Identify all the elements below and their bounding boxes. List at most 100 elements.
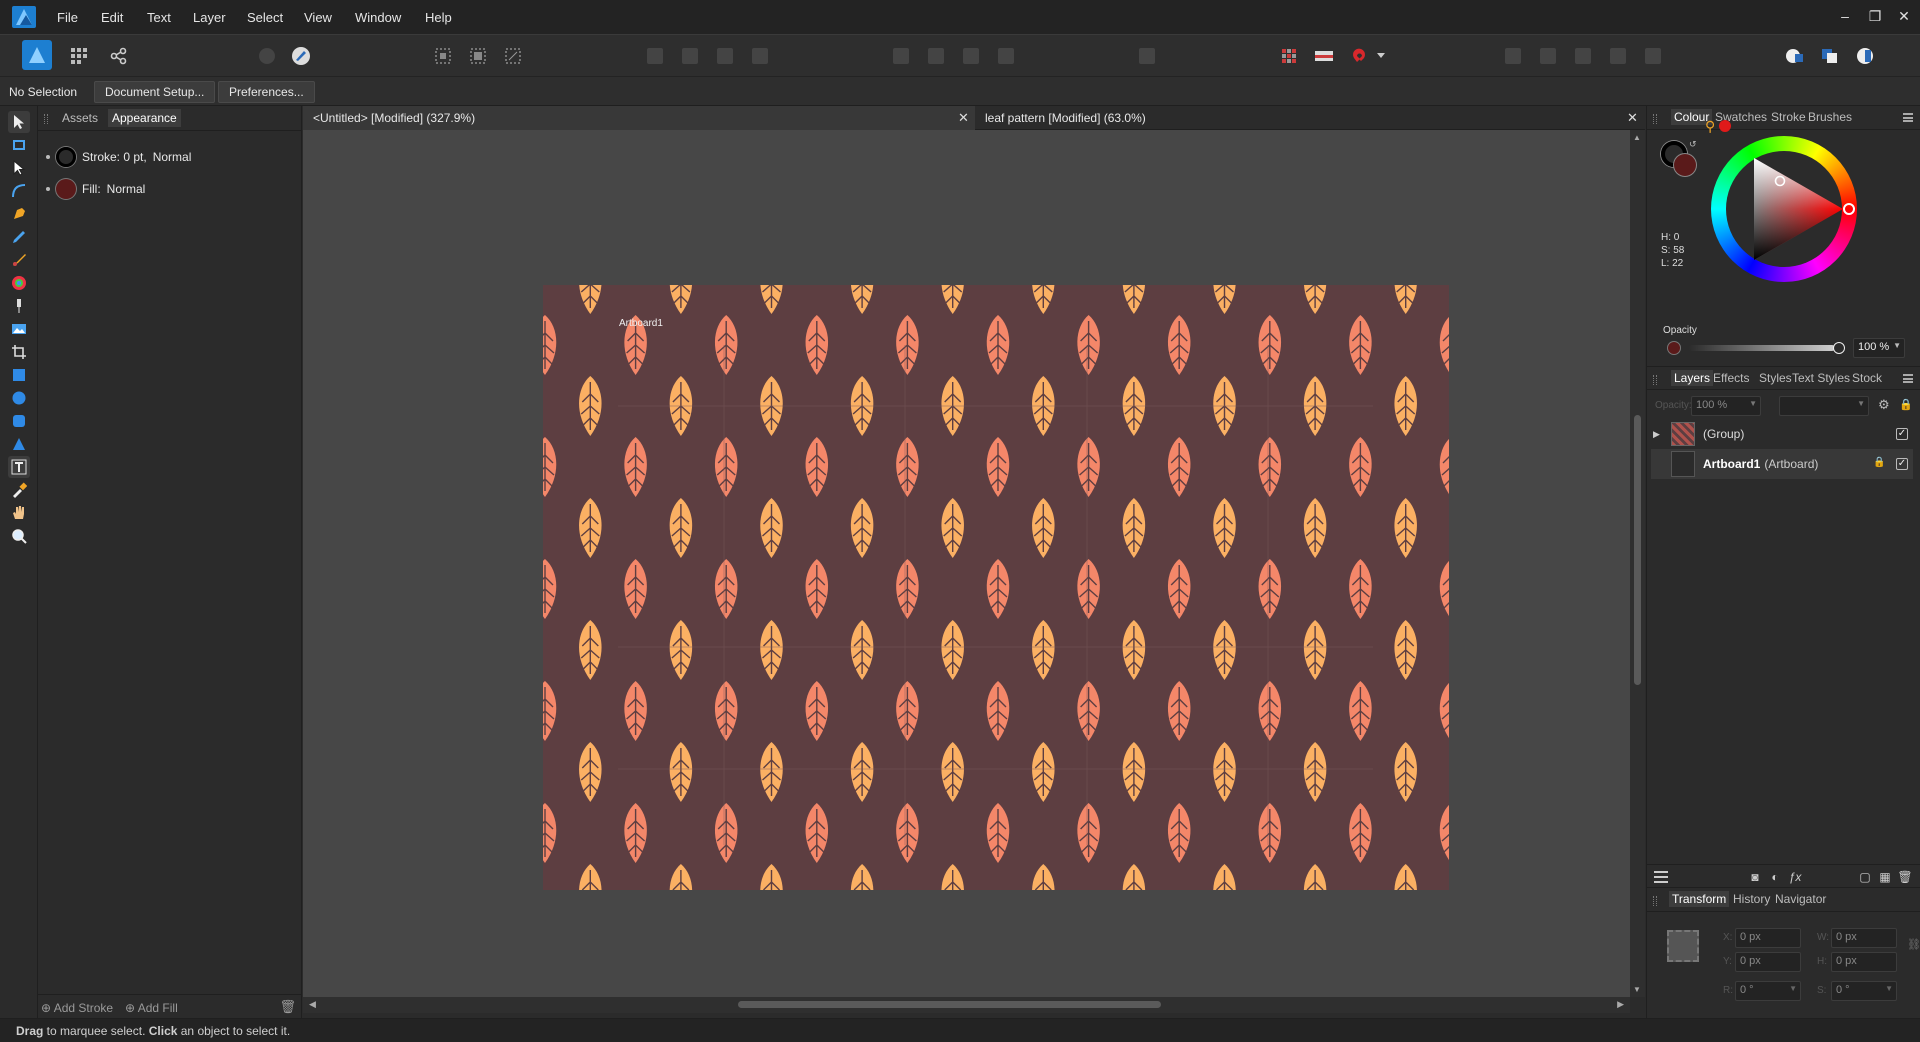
color-wheel[interactable]	[1711, 136, 1857, 282]
fill-row[interactable]: Fill: Normal	[46, 177, 145, 201]
pen-tool-icon[interactable]	[8, 203, 30, 225]
tab-transform[interactable]: Transform	[1669, 891, 1730, 907]
insert-top-icon[interactable]	[1852, 43, 1878, 69]
snap-grid-icon[interactable]	[1276, 43, 1302, 69]
expand-triangle-icon[interactable]: ▶	[1653, 429, 1665, 440]
corner-tool-icon[interactable]	[8, 180, 30, 202]
shear-input[interactable]: 0 ° ▼	[1831, 981, 1897, 1001]
panel-grip-icon[interactable]	[44, 114, 48, 124]
color-picker-tool-icon[interactable]	[8, 479, 30, 501]
transparency-tool-icon[interactable]	[8, 295, 30, 317]
affinity-designer-logo-icon[interactable]	[12, 6, 36, 28]
minimize-icon[interactable]: –	[1834, 6, 1856, 26]
tab-stock[interactable]: Stock	[1852, 371, 1882, 385]
adjustment-icon[interactable]: ◐	[1767, 869, 1783, 885]
flip-vertical-icon[interactable]	[923, 43, 949, 69]
tab-styles[interactable]: Styles	[1759, 371, 1792, 385]
y-input[interactable]: 0 px	[1735, 952, 1801, 972]
stroke-expand-icon[interactable]	[46, 155, 50, 159]
scroll-down-icon[interactable]: ▼	[1633, 985, 1641, 994]
menu-text[interactable]: Text	[147, 10, 171, 25]
w-input[interactable]: 0 px	[1831, 928, 1897, 948]
restore-icon[interactable]: ❐	[1864, 6, 1886, 26]
menu-view[interactable]: View	[304, 10, 332, 25]
layer-settings-gear-icon[interactable]: ⚙	[1878, 397, 1890, 413]
move-tool-icon[interactable]	[8, 111, 30, 133]
hand-tool-icon[interactable]	[8, 502, 30, 524]
h-input[interactable]: 0 px	[1831, 952, 1897, 972]
scroll-up-icon[interactable]: ▲	[1633, 133, 1641, 142]
stroke-swatch[interactable]	[56, 147, 76, 167]
scroll-right-icon[interactable]: ▶	[1617, 999, 1624, 1010]
pencil-tool-icon[interactable]	[8, 226, 30, 248]
flip-horizontal-icon[interactable]	[888, 43, 914, 69]
artboard[interactable]: Artboard1	[543, 285, 1449, 890]
lock-icon[interactable]: 🔒	[1899, 398, 1913, 411]
rounded-rectangle-tool-icon[interactable]	[8, 410, 30, 432]
menu-edit[interactable]: Edit	[101, 10, 123, 25]
delete-layer-icon[interactable]: 🗑	[1897, 869, 1913, 885]
boolean-divide-icon[interactable]	[1640, 43, 1666, 69]
close-window-icon[interactable]: ✕	[1893, 6, 1915, 26]
vertical-scroll-thumb[interactable]	[1634, 415, 1641, 685]
add-layer-icon[interactable]: ▢	[1857, 869, 1873, 885]
boolean-intersect-icon[interactable]	[1570, 43, 1596, 69]
layer-visibility-checkbox[interactable]: ✓	[1896, 428, 1908, 440]
align-icon[interactable]	[1134, 43, 1160, 69]
rectangle-tool-icon[interactable]	[8, 364, 30, 386]
horizontal-scroll-thumb[interactable]	[738, 1001, 1161, 1008]
select-all-icon[interactable]	[430, 43, 456, 69]
menu-help[interactable]: Help	[425, 10, 452, 25]
menu-layer[interactable]: Layer	[193, 10, 226, 25]
anchor-selector[interactable]	[1667, 930, 1699, 962]
layers-stack-icon[interactable]	[1653, 869, 1669, 885]
eyedropper-icon[interactable]: ⚲	[1705, 118, 1715, 135]
document-setup-button[interactable]: Document Setup...	[94, 81, 216, 103]
arrange-front-icon[interactable]	[747, 43, 773, 69]
layer-row-group[interactable]: ▶ (Group) ✓	[1651, 419, 1913, 449]
snapping-dropdown-icon[interactable]	[1375, 43, 1387, 69]
scroll-left-icon[interactable]: ◀	[309, 999, 316, 1010]
vertical-scrollbar[interactable]: ▲ ▼	[1630, 130, 1645, 997]
panel-grip-icon[interactable]	[1653, 375, 1657, 385]
menu-window[interactable]: Window	[355, 10, 401, 25]
layer-opacity-input[interactable]: 100 % ▼	[1691, 396, 1761, 416]
zoom-tool-icon[interactable]	[8, 525, 30, 547]
layer-visibility-checkbox[interactable]: ✓	[1896, 458, 1908, 470]
pixel-persona-icon[interactable]	[66, 43, 92, 69]
brush-circle-icon[interactable]	[288, 43, 314, 69]
blend-mode-dropdown-icon[interactable]: ▼	[1857, 399, 1865, 408]
ellipse-tool-icon[interactable]	[8, 387, 30, 409]
opacity-dropdown-icon[interactable]: ▼	[1893, 341, 1901, 350]
rotation-dropdown-icon[interactable]: ▼	[1789, 984, 1797, 993]
tab-stroke[interactable]: Stroke	[1771, 110, 1806, 124]
text-tool-icon[interactable]	[8, 456, 30, 478]
picked-color-swatch[interactable]	[1719, 120, 1731, 132]
arrange-backward-icon[interactable]	[677, 43, 703, 69]
document-tab-untitled[interactable]: <Untitled> [Modified] (327.9%)	[303, 106, 975, 130]
tab-appearance[interactable]: Appearance	[108, 109, 181, 127]
export-persona-icon[interactable]	[106, 43, 132, 69]
fill-expand-icon[interactable]	[46, 187, 50, 191]
tab-brushes[interactable]: Brushes	[1808, 110, 1852, 124]
panel-menu-icon[interactable]	[1903, 374, 1913, 383]
boolean-xor-icon[interactable]	[1605, 43, 1631, 69]
layer-opacity-dropdown-icon[interactable]: ▼	[1749, 399, 1757, 408]
add-pixel-layer-icon[interactable]: ▦	[1877, 869, 1893, 885]
link-proportions-icon[interactable]: ⛓	[1907, 938, 1920, 951]
layer-row-artboard[interactable]: Artboard1 (Artboard) 🔒 ✓	[1651, 449, 1913, 479]
opacity-slider-handle[interactable]	[1833, 342, 1845, 354]
select-inside-icon[interactable]	[465, 43, 491, 69]
tab-navigator[interactable]: Navigator	[1775, 892, 1826, 906]
add-stroke-button[interactable]: ⊕ Add Stroke	[41, 1001, 113, 1015]
snap-guides-icon[interactable]	[1311, 43, 1337, 69]
fx-icon[interactable]: ƒx	[1787, 869, 1803, 885]
boolean-subtract-icon[interactable]	[1535, 43, 1561, 69]
blend-mode-select[interactable]: ▼	[1779, 396, 1869, 416]
vector-brush-tool-icon[interactable]	[8, 249, 30, 271]
insert-behind-icon[interactable]	[1817, 43, 1843, 69]
layer-lock-icon[interactable]: 🔒	[1873, 457, 1885, 468]
upload-icon[interactable]	[254, 43, 280, 69]
x-input[interactable]: 0 px	[1735, 928, 1801, 948]
opacity-input[interactable]: 100 % ▼	[1853, 338, 1905, 358]
